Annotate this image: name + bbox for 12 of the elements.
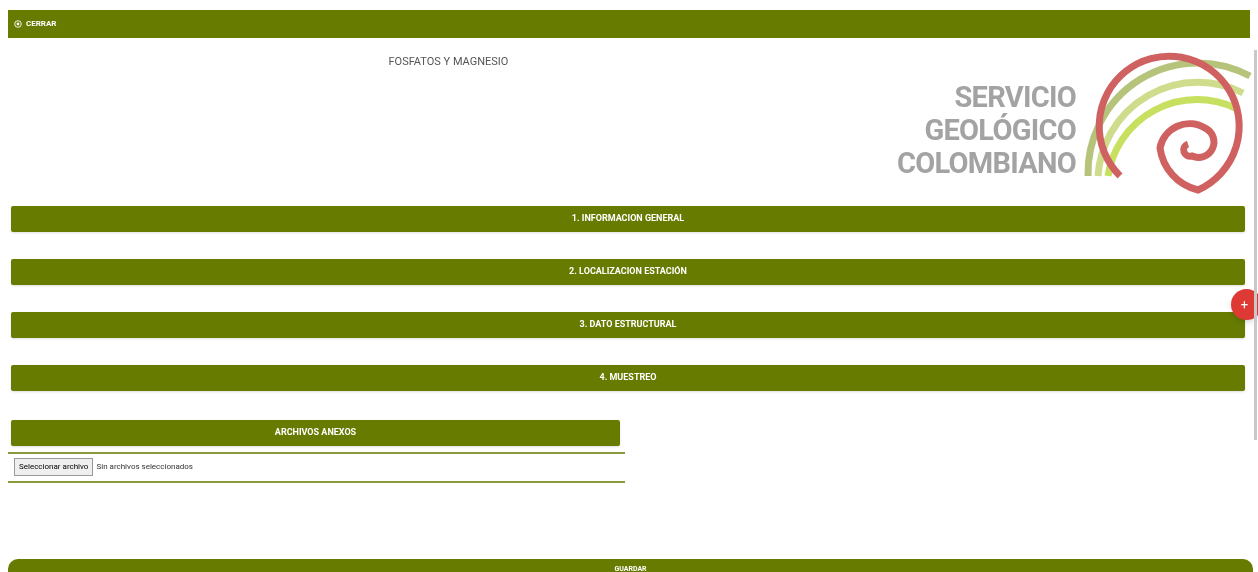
radio-icon[interactable] bbox=[14, 20, 22, 28]
logo-text: SERVICIO GEOLÓGICO COLOMBIANO bbox=[896, 81, 1076, 180]
section-header[interactable]: 1. INFORMACION GENERAL bbox=[11, 206, 1245, 232]
section-header[interactable]: 3. DATO ESTRUCTURAL bbox=[11, 312, 1245, 338]
close-button[interactable]: CERRAR bbox=[26, 18, 57, 30]
section-header[interactable]: 2. LOCALIZACION ESTACIÓN bbox=[11, 259, 1245, 285]
file-status: Sin archivos seleccionados bbox=[96, 461, 193, 474]
attachments-header[interactable]: ARCHIVOS ANEXOS bbox=[11, 419, 620, 446]
form-title: FOSFATOS Y MAGNESIO bbox=[388, 54, 509, 70]
scrollbar[interactable] bbox=[1254, 50, 1257, 440]
choose-file-button[interactable]: Seleccionar archivo bbox=[14, 458, 94, 477]
section-header[interactable]: 4. MUESTREO bbox=[11, 365, 1245, 391]
